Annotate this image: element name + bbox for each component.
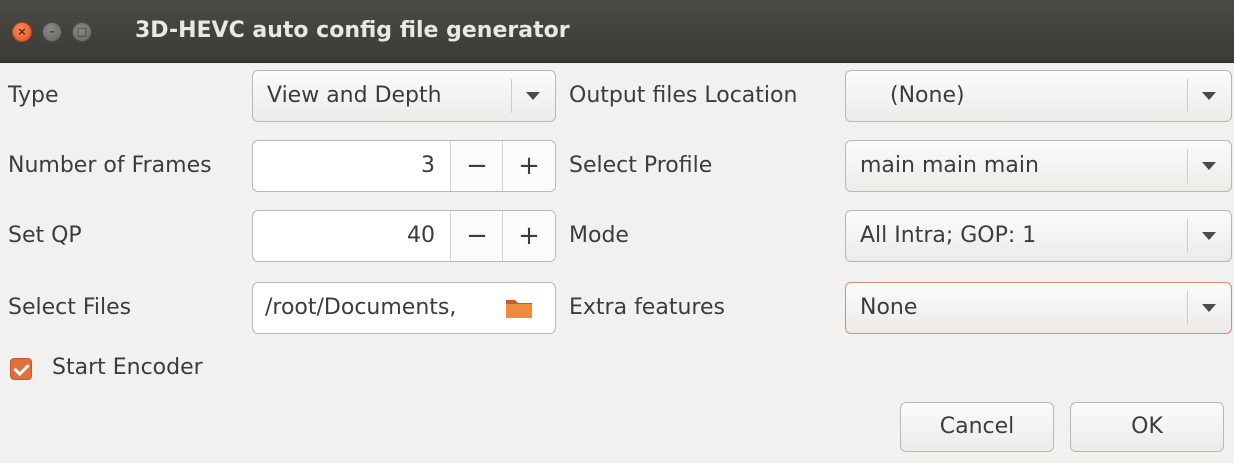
maximize-window-button[interactable]: □ xyxy=(72,22,92,42)
close-icon: × xyxy=(17,25,27,38)
select-files-value: /root/Documents, xyxy=(265,295,457,320)
profile-value: main main main xyxy=(860,153,1039,178)
cancel-button[interactable]: Cancel xyxy=(900,402,1054,452)
start-encoder-label[interactable]: Start Encoder xyxy=(52,348,203,388)
ok-button[interactable]: OK xyxy=(1070,402,1224,452)
chevron-down-icon xyxy=(513,71,553,121)
extra-features-label: Extra features xyxy=(569,295,725,320)
select-profile-label: Select Profile xyxy=(569,153,713,178)
type-combobox[interactable]: View and Depth xyxy=(252,70,556,122)
frames-label: Number of Frames xyxy=(8,153,212,178)
frames-spinbox[interactable]: 3 − + xyxy=(252,140,556,192)
extra-features-value: None xyxy=(860,295,918,320)
qp-spinbox[interactable]: 40 − + xyxy=(252,210,556,262)
frames-decrement-button[interactable]: − xyxy=(450,141,503,191)
type-label: Type xyxy=(8,83,59,108)
minimize-window-button[interactable]: – xyxy=(42,22,62,42)
maximize-icon: □ xyxy=(76,25,88,38)
combo-separator xyxy=(1187,291,1188,325)
title-bar: × – □ 3D-HEVC auto config file generator xyxy=(0,0,1234,63)
profile-combobox[interactable]: main main main xyxy=(845,140,1232,192)
combo-separator xyxy=(1187,149,1188,183)
output-location-label: Output files Location xyxy=(569,83,798,108)
chevron-down-icon xyxy=(1189,141,1229,191)
output-location-combobox[interactable]: (None) xyxy=(845,70,1232,122)
start-encoder-checkbox[interactable] xyxy=(10,358,32,380)
qp-label: Set QP xyxy=(8,223,82,248)
select-files-label: Select Files xyxy=(8,295,132,320)
close-window-button[interactable]: × xyxy=(12,22,32,42)
chevron-down-icon xyxy=(1189,283,1229,333)
combo-separator xyxy=(1187,219,1188,253)
mode-value: All Intra; GOP: 1 xyxy=(860,223,1037,248)
combo-separator xyxy=(511,79,512,113)
minimize-icon: – xyxy=(49,25,55,38)
frames-value: 3 xyxy=(421,153,435,178)
select-files-chooser[interactable]: /root/Documents, xyxy=(252,282,556,334)
type-value: View and Depth xyxy=(267,83,442,108)
frames-increment-button[interactable]: + xyxy=(502,141,555,191)
mode-label: Mode xyxy=(569,223,629,248)
chevron-down-icon xyxy=(1189,211,1229,261)
output-location-value: (None) xyxy=(890,83,965,108)
extra-features-combobox[interactable]: None xyxy=(845,282,1232,334)
combo-separator xyxy=(1187,79,1188,113)
window-title: 3D-HEVC auto config file generator xyxy=(135,18,570,43)
mode-combobox[interactable]: All Intra; GOP: 1 xyxy=(845,210,1232,262)
qp-increment-button[interactable]: + xyxy=(502,211,555,261)
folder-icon xyxy=(506,300,532,318)
qp-decrement-button[interactable]: − xyxy=(450,211,503,261)
qp-value: 40 xyxy=(407,223,435,248)
chevron-down-icon xyxy=(1189,71,1229,121)
